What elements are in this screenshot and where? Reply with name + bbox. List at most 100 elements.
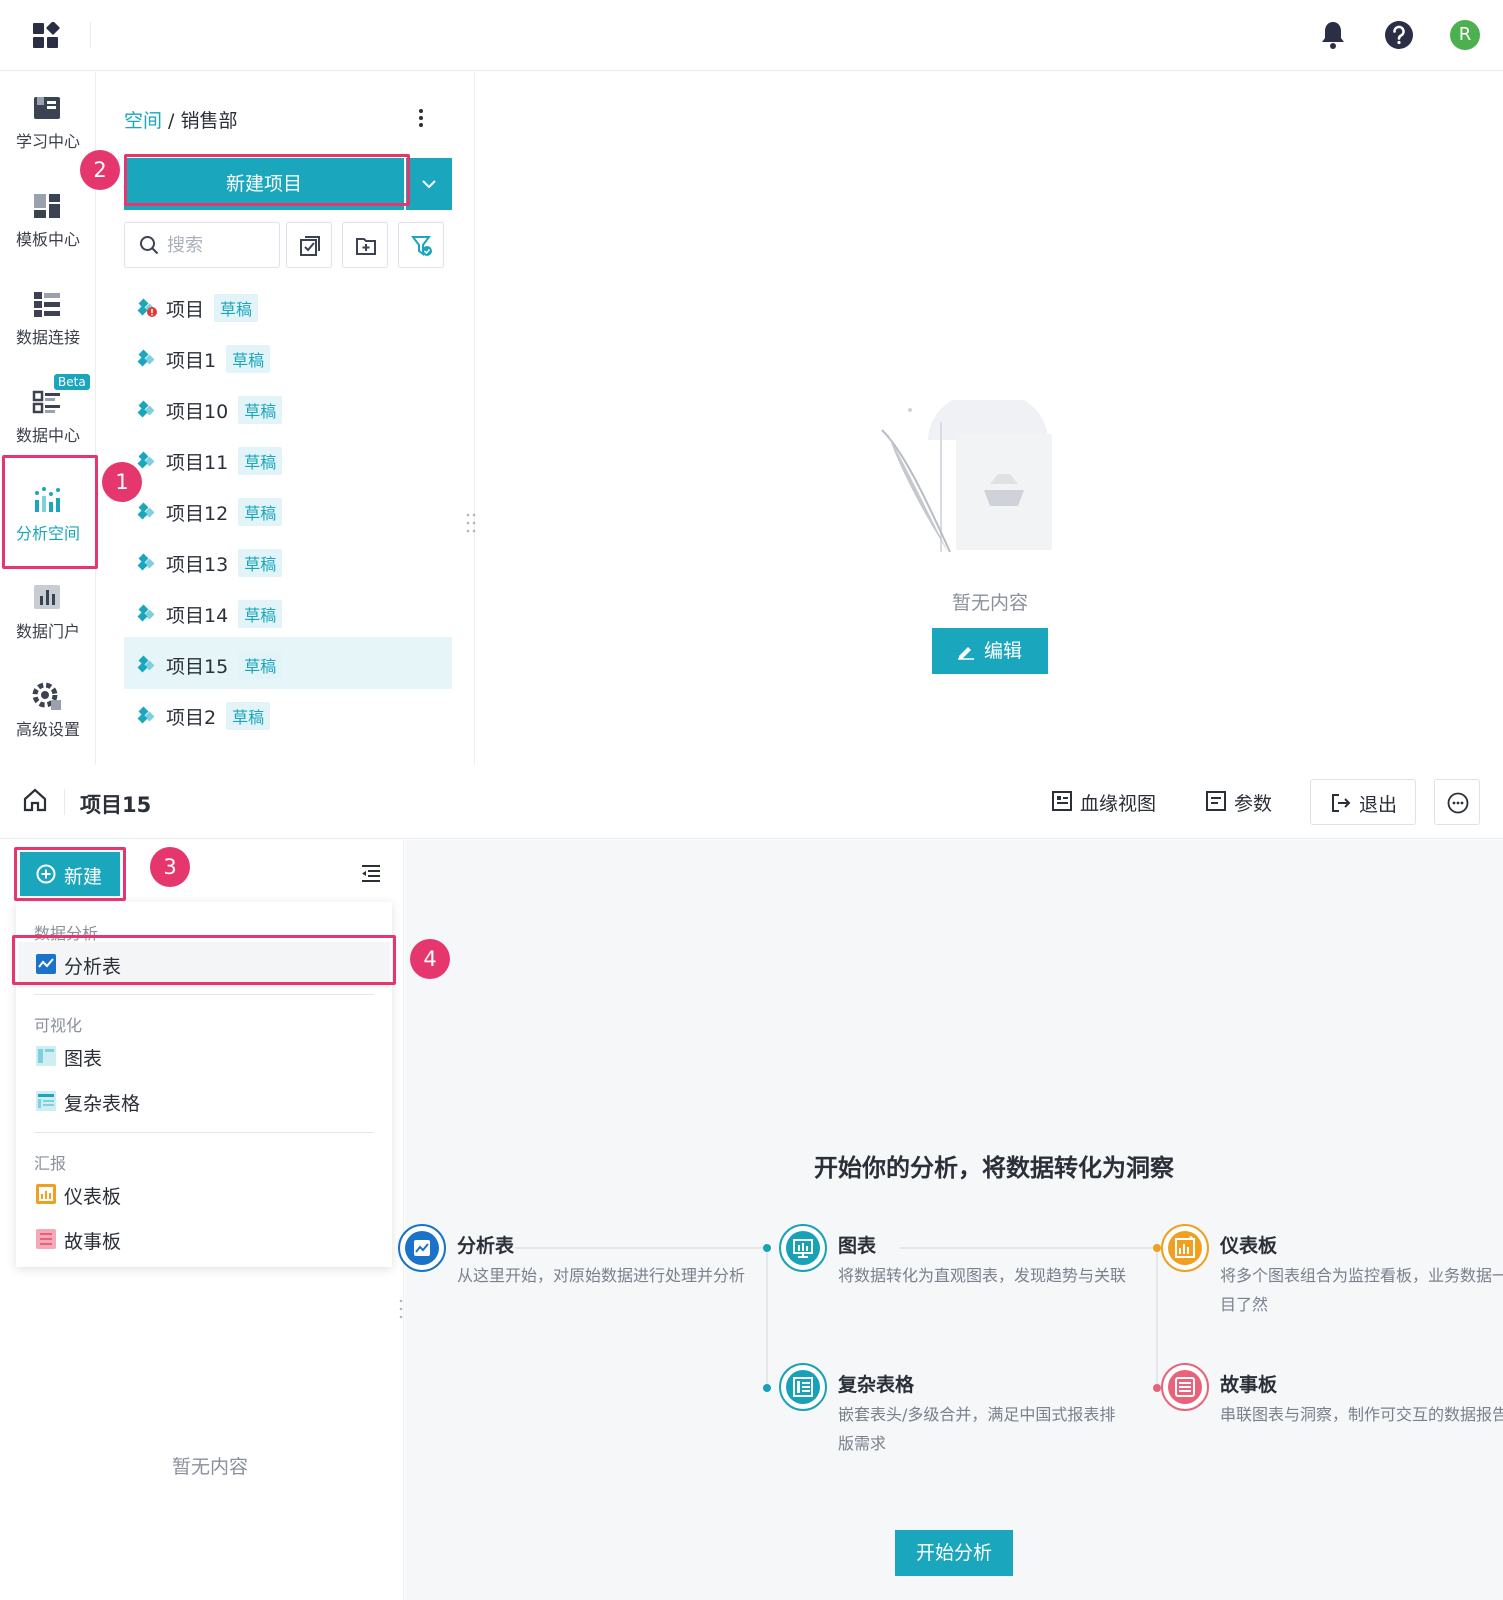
search-box bbox=[124, 222, 280, 268]
project-row[interactable]: 项目12 草稿 bbox=[124, 484, 452, 536]
search-icon bbox=[139, 235, 159, 255]
chart-circle-icon bbox=[778, 1223, 828, 1273]
edit-pen-icon bbox=[956, 642, 976, 660]
project-row[interactable]: 项目10 草稿 bbox=[124, 382, 452, 434]
project-icon bbox=[136, 602, 158, 624]
project-row[interactable]: 项目1 草稿 bbox=[124, 331, 452, 383]
project-row[interactable]: 项目13 草稿 bbox=[124, 535, 452, 587]
storyboard-icon bbox=[36, 1229, 56, 1249]
project-row[interactable]: 项目 草稿 bbox=[124, 280, 452, 332]
more-options-button[interactable] bbox=[1434, 779, 1480, 825]
checkbox-multi-icon bbox=[299, 235, 321, 257]
template-icon bbox=[31, 190, 63, 222]
home-icon[interactable] bbox=[22, 787, 48, 813]
params-icon bbox=[1206, 791, 1226, 811]
breadcrumb-space-link[interactable]: 空间 bbox=[124, 110, 162, 132]
project-screen: 项目15 血缘视图 参数 退出 新建 数据分析 分析表 可视化 图表 复杂表格 … bbox=[0, 765, 1503, 1600]
project-icon bbox=[136, 551, 158, 573]
draft-badge: 草稿 bbox=[238, 396, 283, 424]
data-center-icon bbox=[31, 386, 63, 418]
flow-connectors bbox=[515, 1244, 1161, 1392]
draft-badge: 草稿 bbox=[238, 600, 283, 628]
project-row[interactable]: 项目14 草稿 bbox=[124, 586, 452, 638]
avatar[interactable]: R bbox=[1450, 20, 1480, 50]
draft-badge: 草稿 bbox=[226, 345, 271, 373]
empty-text: 暂无内容 bbox=[951, 592, 1028, 614]
divider bbox=[90, 22, 91, 48]
dashboard-circle-icon bbox=[1160, 1223, 1210, 1273]
project-warning-icon bbox=[136, 296, 158, 318]
menu-item-dashboard[interactable]: 仪表板 bbox=[18, 1172, 390, 1218]
project-icon bbox=[136, 347, 158, 369]
draft-badge: 草稿 bbox=[238, 498, 283, 526]
rail-item-settings[interactable]: 高级设置 bbox=[0, 660, 96, 758]
lineage-view-link[interactable]: 血缘视图 bbox=[1080, 789, 1156, 816]
complex-table-circle-icon bbox=[778, 1362, 828, 1412]
rail-item-data-center[interactable]: Beta 数据中心 bbox=[0, 366, 96, 464]
menu-divider bbox=[34, 994, 374, 995]
empty-text: 暂无内容 bbox=[171, 1456, 248, 1478]
draft-badge: 草稿 bbox=[238, 651, 283, 679]
exit-button[interactable]: 退出 bbox=[1310, 779, 1416, 825]
params-link[interactable]: 参数 bbox=[1234, 789, 1272, 816]
apps-grid-icon[interactable] bbox=[32, 22, 60, 50]
project-icon bbox=[136, 704, 158, 726]
bell-icon[interactable] bbox=[1320, 20, 1346, 50]
project-icon bbox=[136, 449, 158, 471]
help-icon[interactable] bbox=[1384, 20, 1414, 50]
menu-item-storyboard[interactable]: 故事板 bbox=[18, 1217, 390, 1263]
highlight-box-4 bbox=[12, 935, 396, 985]
project-row[interactable]: 项目11 草稿 bbox=[124, 433, 452, 485]
more-vertical-icon[interactable] bbox=[418, 108, 424, 128]
edit-button[interactable]: 编辑 bbox=[932, 628, 1048, 674]
project-icon bbox=[136, 500, 158, 522]
chart-icon bbox=[36, 1046, 56, 1066]
menu-item-complex-table[interactable]: 复杂表格 bbox=[18, 1079, 390, 1125]
collapse-indent-icon[interactable] bbox=[360, 864, 382, 884]
project-row[interactable]: 项目2 草稿 bbox=[124, 688, 452, 740]
divider bbox=[64, 789, 65, 815]
book-icon bbox=[31, 92, 63, 124]
rail-item-template[interactable]: 模板中心 bbox=[0, 170, 96, 268]
new-folder-button[interactable] bbox=[342, 222, 388, 268]
data-connect-icon bbox=[31, 288, 63, 320]
menu-divider bbox=[34, 1132, 374, 1133]
welcome-title: 开始你的分析，将数据转化为洞察 bbox=[814, 1154, 1174, 1182]
breadcrumb: 空间 / 销售部 bbox=[124, 110, 238, 132]
draft-badge: 草稿 bbox=[214, 294, 259, 322]
step-badge-1: 1 bbox=[102, 462, 142, 502]
batch-select-button[interactable] bbox=[286, 222, 332, 268]
highlight-box-2 bbox=[124, 154, 410, 206]
exit-icon bbox=[1331, 793, 1351, 813]
space-screen: R 学习中心 模板中心 数据连接 Beta 数据中心 分析空间 数据门户 高级设… bbox=[0, 0, 1503, 765]
storyboard-circle-icon bbox=[1160, 1362, 1210, 1412]
search-input[interactable] bbox=[167, 233, 267, 257]
project-icon bbox=[136, 653, 158, 675]
project-row[interactable]: 项目15 草稿 bbox=[124, 637, 452, 689]
dashboard-icon bbox=[36, 1184, 56, 1204]
start-analysis-button[interactable]: 开始分析 bbox=[895, 1530, 1013, 1576]
rail-item-data-connect[interactable]: 数据连接 bbox=[0, 268, 96, 366]
menu-group-report: 汇报 bbox=[34, 1154, 67, 1173]
draft-badge: 草稿 bbox=[238, 549, 283, 577]
step-badge-2: 2 bbox=[80, 150, 120, 190]
breadcrumb-current: 销售部 bbox=[180, 110, 238, 132]
menu-item-chart[interactable]: 图表 bbox=[18, 1034, 390, 1080]
top-bar: R bbox=[0, 0, 1503, 71]
draft-badge: 草稿 bbox=[238, 447, 283, 475]
menu-group-visual: 可视化 bbox=[34, 1016, 83, 1035]
rail-item-learning[interactable]: 学习中心 bbox=[0, 72, 96, 170]
step-badge-3: 3 bbox=[150, 847, 190, 887]
complex-table-icon bbox=[36, 1091, 56, 1111]
filter-icon bbox=[411, 235, 433, 257]
step-badge-4: 4 bbox=[410, 939, 450, 979]
rail-item-portal[interactable]: 数据门户 bbox=[0, 562, 96, 660]
highlight-box-3 bbox=[14, 847, 126, 901]
filter-button[interactable] bbox=[398, 222, 444, 268]
resize-handle-icon[interactable] bbox=[465, 512, 477, 534]
project-title: 项目15 bbox=[80, 793, 152, 817]
portal-icon bbox=[31, 582, 63, 614]
new-project-dropdown-button[interactable] bbox=[406, 158, 452, 210]
project-icon bbox=[136, 398, 158, 420]
empty-illustration bbox=[880, 400, 1080, 560]
